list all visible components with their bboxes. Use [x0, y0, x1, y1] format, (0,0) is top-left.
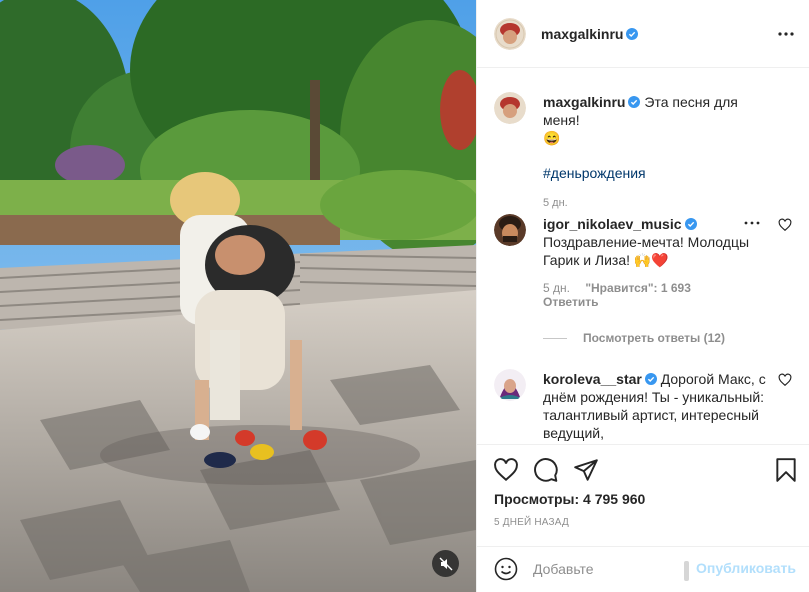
caption-emoji: 😄	[543, 130, 561, 146]
like-comment-icon[interactable]	[778, 373, 792, 387]
verified-badge-icon	[644, 373, 657, 385]
input-scroll-handle	[684, 561, 689, 581]
comment-text: Поздравление-мечта! Молодцы Гарик и Лиза…	[543, 234, 750, 268]
share-icon[interactable]	[573, 457, 599, 483]
comment-time[interactable]: 5 дн.	[543, 281, 570, 295]
reply-button[interactable]: Ответить	[543, 295, 598, 309]
view-replies-button[interactable]: Посмотреть ответы (12)	[543, 331, 725, 345]
post-header: maxgalkinru	[477, 0, 809, 68]
caption-avatar[interactable]	[494, 92, 526, 124]
caption-time[interactable]: 5 дн.	[543, 194, 778, 212]
verified-badge-icon	[626, 27, 639, 40]
commenter-avatar[interactable]	[494, 214, 526, 246]
verified-badge-icon	[628, 96, 641, 108]
view-count[interactable]: Просмотры: 4 795 960	[494, 491, 645, 507]
author-username[interactable]: maxgalkinru	[541, 26, 623, 42]
hashtag-link[interactable]: #деньрождения	[543, 165, 646, 181]
commenter-username[interactable]: igor_nikolaev_music	[543, 216, 682, 232]
bookmark-icon[interactable]	[773, 457, 799, 483]
post-actions: Просмотры: 4 795 960 5 ДНЕЙ НАЗАД	[477, 444, 809, 546]
speaker-muted-icon	[439, 557, 452, 570]
publish-button[interactable]: Опубликовать	[696, 560, 796, 576]
post-sidebar: maxgalkinru maxgalkinru Эта песня для ме…	[476, 0, 809, 592]
author-avatar[interactable]	[494, 17, 526, 50]
caption-username[interactable]: maxgalkinru	[543, 94, 625, 110]
commenter-avatar[interactable]	[494, 369, 526, 401]
comment-options-icon[interactable]	[744, 219, 760, 227]
add-comment-bar: Опубликовать	[477, 546, 809, 592]
comment-likes[interactable]: "Нравится": 1 693	[585, 281, 691, 295]
comments-list[interactable]: maxgalkinru Эта песня для меня! 😄 #деньр…	[477, 69, 809, 444]
ellipsis-icon	[778, 32, 794, 36]
commenter-username[interactable]: koroleva__star	[543, 371, 642, 387]
video-frame	[0, 0, 476, 592]
like-comment-icon[interactable]	[778, 218, 792, 232]
replies-divider	[543, 337, 567, 339]
emoji-icon[interactable]	[494, 557, 518, 581]
comment-icon[interactable]	[533, 457, 559, 483]
mute-button[interactable]	[432, 550, 459, 577]
view-replies-label: Посмотреть ответы (12)	[583, 331, 725, 345]
post-date[interactable]: 5 ДНЕЙ НАЗАД	[494, 517, 569, 528]
like-icon[interactable]	[493, 457, 519, 483]
verified-badge-icon	[684, 218, 697, 230]
comment-text-wrapper: koroleva__star Дорогой Макс, с днём рожд…	[543, 370, 778, 442]
post-video[interactable]	[0, 0, 476, 592]
more-options-button[interactable]	[776, 24, 796, 44]
